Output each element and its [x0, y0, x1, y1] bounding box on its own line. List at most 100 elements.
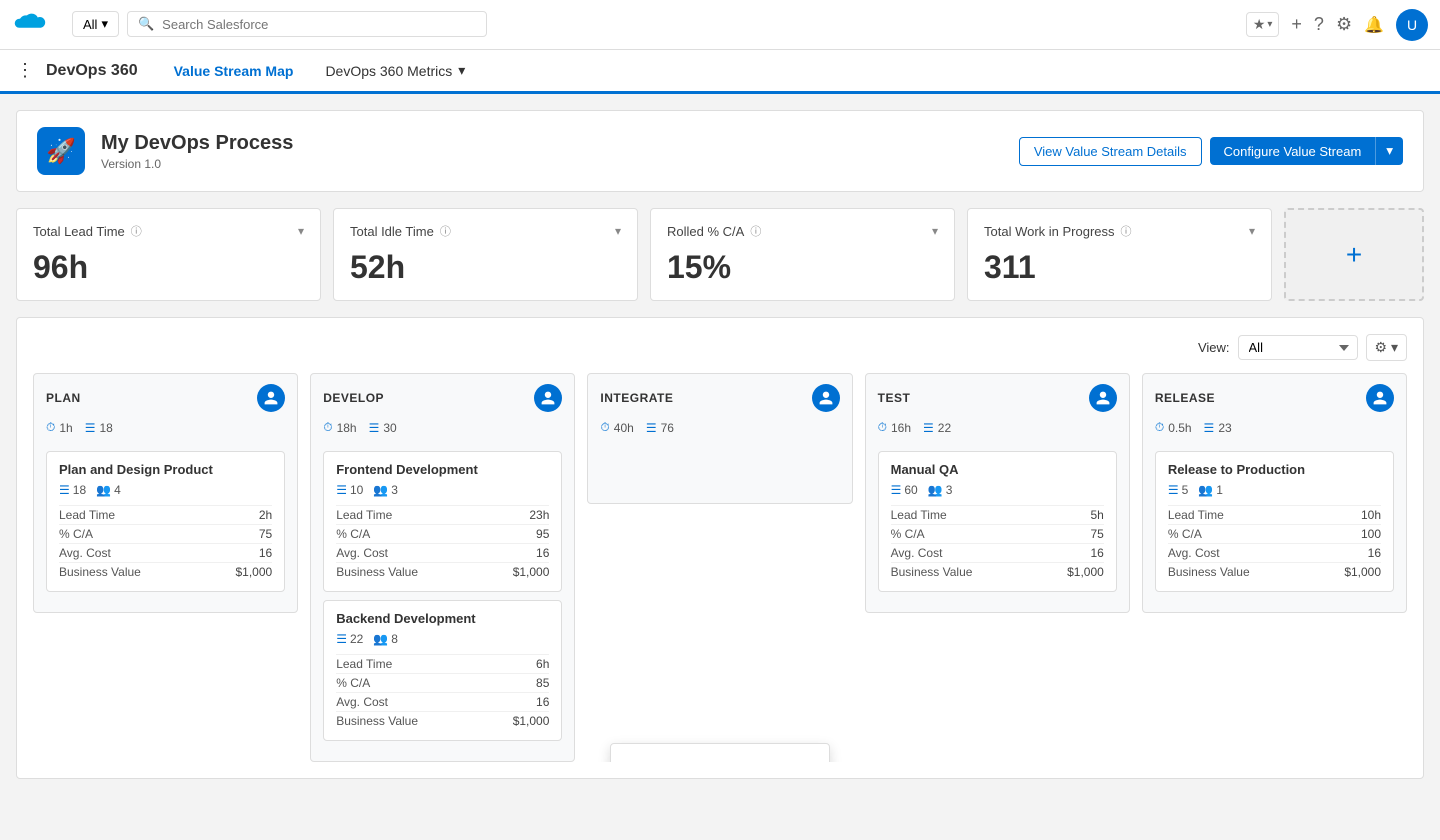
all-label: All: [83, 17, 97, 32]
all-dropdown[interactable]: All ▾: [72, 11, 119, 37]
chevron-down-icon[interactable]: ▾: [298, 224, 304, 238]
list-icon: ☰: [1168, 483, 1179, 497]
help-button[interactable]: ?: [1314, 14, 1324, 35]
work-item-stats: ☰ 18 👥 4: [59, 483, 272, 497]
chevron-down-icon[interactable]: ▾: [1249, 224, 1255, 238]
stage-release: RELEASE ⏱ 0.5h ☰ 23: [1142, 373, 1407, 762]
people-icon: 👥: [1198, 483, 1213, 497]
info-icon[interactable]: ⓘ: [1121, 223, 1132, 239]
configure-dropdown-button[interactable]: ▾: [1375, 137, 1403, 165]
add-metric-button[interactable]: +: [1284, 208, 1424, 301]
metric-rolled-ca: Rolled % C/A ⓘ ▾ 15%: [650, 208, 955, 301]
work-item-stats: ☰ 60 👥 3: [891, 483, 1104, 497]
metric-total-idle-time: Total Idle Time ⓘ ▾ 52h: [333, 208, 638, 301]
tab-value-stream-map[interactable]: Value Stream Map: [158, 50, 310, 94]
title-area: My DevOps Process Version 1.0: [101, 132, 1019, 171]
list-icon: ☰: [336, 632, 347, 646]
search-input[interactable]: [162, 17, 476, 32]
metrics-tooltip: Metrics for Active Items Current # of Ac…: [610, 743, 830, 762]
search-area: All ▾ 🔍: [60, 0, 1234, 50]
add-button[interactable]: +: [1291, 14, 1302, 35]
list-icon: ☰: [923, 421, 934, 435]
page-subtitle: Version 1.0: [101, 157, 1019, 171]
work-item-manual-qa: Manual QA ☰ 60 👥 3: [878, 451, 1117, 592]
stage-title: INTEGRATE: [600, 391, 673, 405]
stat-count: ☰ 23: [1204, 420, 1232, 435]
detail-row: Avg. Cost 16: [1168, 543, 1381, 562]
stage-title: DEVELOP: [323, 391, 384, 405]
search-box: 🔍: [127, 11, 487, 37]
stage-header-develop: DEVELOP: [311, 374, 574, 420]
favorites-button[interactable]: ★ ▾: [1246, 12, 1280, 37]
info-icon[interactable]: ⓘ: [131, 223, 142, 239]
stage-title: PLAN: [46, 391, 81, 405]
avatar-letter: U: [1407, 17, 1417, 33]
detail-row: % C/A 95: [336, 524, 549, 543]
metric-label: Total Work in Progress ⓘ: [984, 223, 1132, 239]
app-name: DevOps 360: [46, 62, 138, 80]
info-icon[interactable]: ⓘ: [440, 223, 451, 239]
chevron-down-icon[interactable]: ▾: [615, 224, 621, 238]
info-icon[interactable]: ⓘ: [750, 223, 761, 239]
stage-avatar: [812, 384, 840, 412]
list-icon: ☰: [891, 483, 902, 497]
tab-label: DevOps 360 Metrics: [325, 63, 452, 79]
settings-button[interactable]: ⚙ ▾: [1366, 334, 1407, 361]
metric-value: 96h: [33, 249, 304, 286]
stage-stats-integrate: ⏱ 40h ☰ 76: [588, 420, 851, 443]
stage-stats-release: ⏱ 0.5h ☰ 23: [1143, 420, 1406, 443]
nav-icons: ★ ▾ + ? ⚙ 🔔 U: [1246, 9, 1428, 41]
work-item-stats: ☰ 22 👥 8: [336, 632, 549, 646]
detail-row: Avg. Cost 16: [336, 692, 549, 711]
stage-plan: PLAN ⏱ 1h ☰ 18: [33, 373, 298, 762]
work-item-title: Backend Development: [336, 611, 549, 626]
work-item-backend: Backend Development ☰ 22 👥 8: [323, 600, 562, 741]
avatar[interactable]: U: [1396, 9, 1428, 41]
stage-avatar: [257, 384, 285, 412]
work-item-title: Plan and Design Product: [59, 462, 272, 477]
star-icon: ★: [1253, 16, 1266, 33]
work-item-title: Frontend Development: [336, 462, 549, 477]
people-icon: 👥: [373, 483, 388, 497]
work-item: Plan and Design Product ☰ 18 👥 4: [46, 451, 285, 592]
rocket-icon: 🚀: [37, 127, 85, 175]
tooltip-title: Metrics for Active Items: [627, 760, 813, 762]
work-item-title: Manual QA: [891, 462, 1104, 477]
chevron-down-icon: ▾: [101, 16, 108, 32]
view-select[interactable]: All: [1238, 335, 1358, 360]
stat-count: ☰ 22: [923, 420, 951, 435]
stat-time: ⏱ 1h: [46, 420, 73, 435]
configure-button[interactable]: Configure Value Stream: [1210, 137, 1376, 165]
metric-value: 15%: [667, 249, 938, 286]
stage-title: RELEASE: [1155, 391, 1215, 405]
metric-value: 52h: [350, 249, 621, 286]
stage-integrate: INTEGRATE ⏱ 40h ☰ 76: [587, 373, 852, 762]
list-icon: ☰: [369, 421, 380, 435]
detail-row: Business Value $1,000: [59, 562, 272, 581]
detail-row: Avg. Cost 16: [336, 543, 549, 562]
stage-stats-test: ⏱ 16h ☰ 22: [866, 420, 1129, 443]
settings-button[interactable]: ⚙: [1336, 14, 1352, 35]
detail-row: % C/A 75: [59, 524, 272, 543]
page-title: My DevOps Process: [101, 132, 1019, 155]
stat-count: ☰ 30: [369, 420, 397, 435]
stage-body-integrate: [588, 443, 851, 503]
detail-row: Business Value $1,000: [1168, 562, 1381, 581]
detail-row: Lead Time 6h: [336, 654, 549, 673]
stage-header-release: RELEASE: [1143, 374, 1406, 420]
clock-icon: ⏱: [46, 420, 55, 435]
chevron-down-icon[interactable]: ▾: [932, 224, 938, 238]
grid-icon[interactable]: ⋮: [16, 60, 34, 81]
view-details-button[interactable]: View Value Stream Details: [1019, 137, 1202, 166]
stage-header-plan: PLAN: [34, 374, 297, 420]
stage-card-develop: DEVELOP ⏱ 18h ☰ 30: [310, 373, 575, 762]
detail-row: Avg. Cost 16: [59, 543, 272, 562]
detail-row: % C/A 100: [1168, 524, 1381, 543]
stage-body-develop: Frontend Development ☰ 10 👥 3: [311, 443, 574, 761]
tab-devops-metrics[interactable]: DevOps 360 Metrics ▾: [309, 50, 481, 94]
metric-label: Total Idle Time ⓘ: [350, 223, 451, 239]
stage-title: TEST: [878, 391, 911, 405]
work-item-stats: ☰ 5 👥 1: [1168, 483, 1381, 497]
notifications-button[interactable]: 🔔: [1364, 15, 1384, 35]
detail-row: Lead Time 2h: [59, 505, 272, 524]
